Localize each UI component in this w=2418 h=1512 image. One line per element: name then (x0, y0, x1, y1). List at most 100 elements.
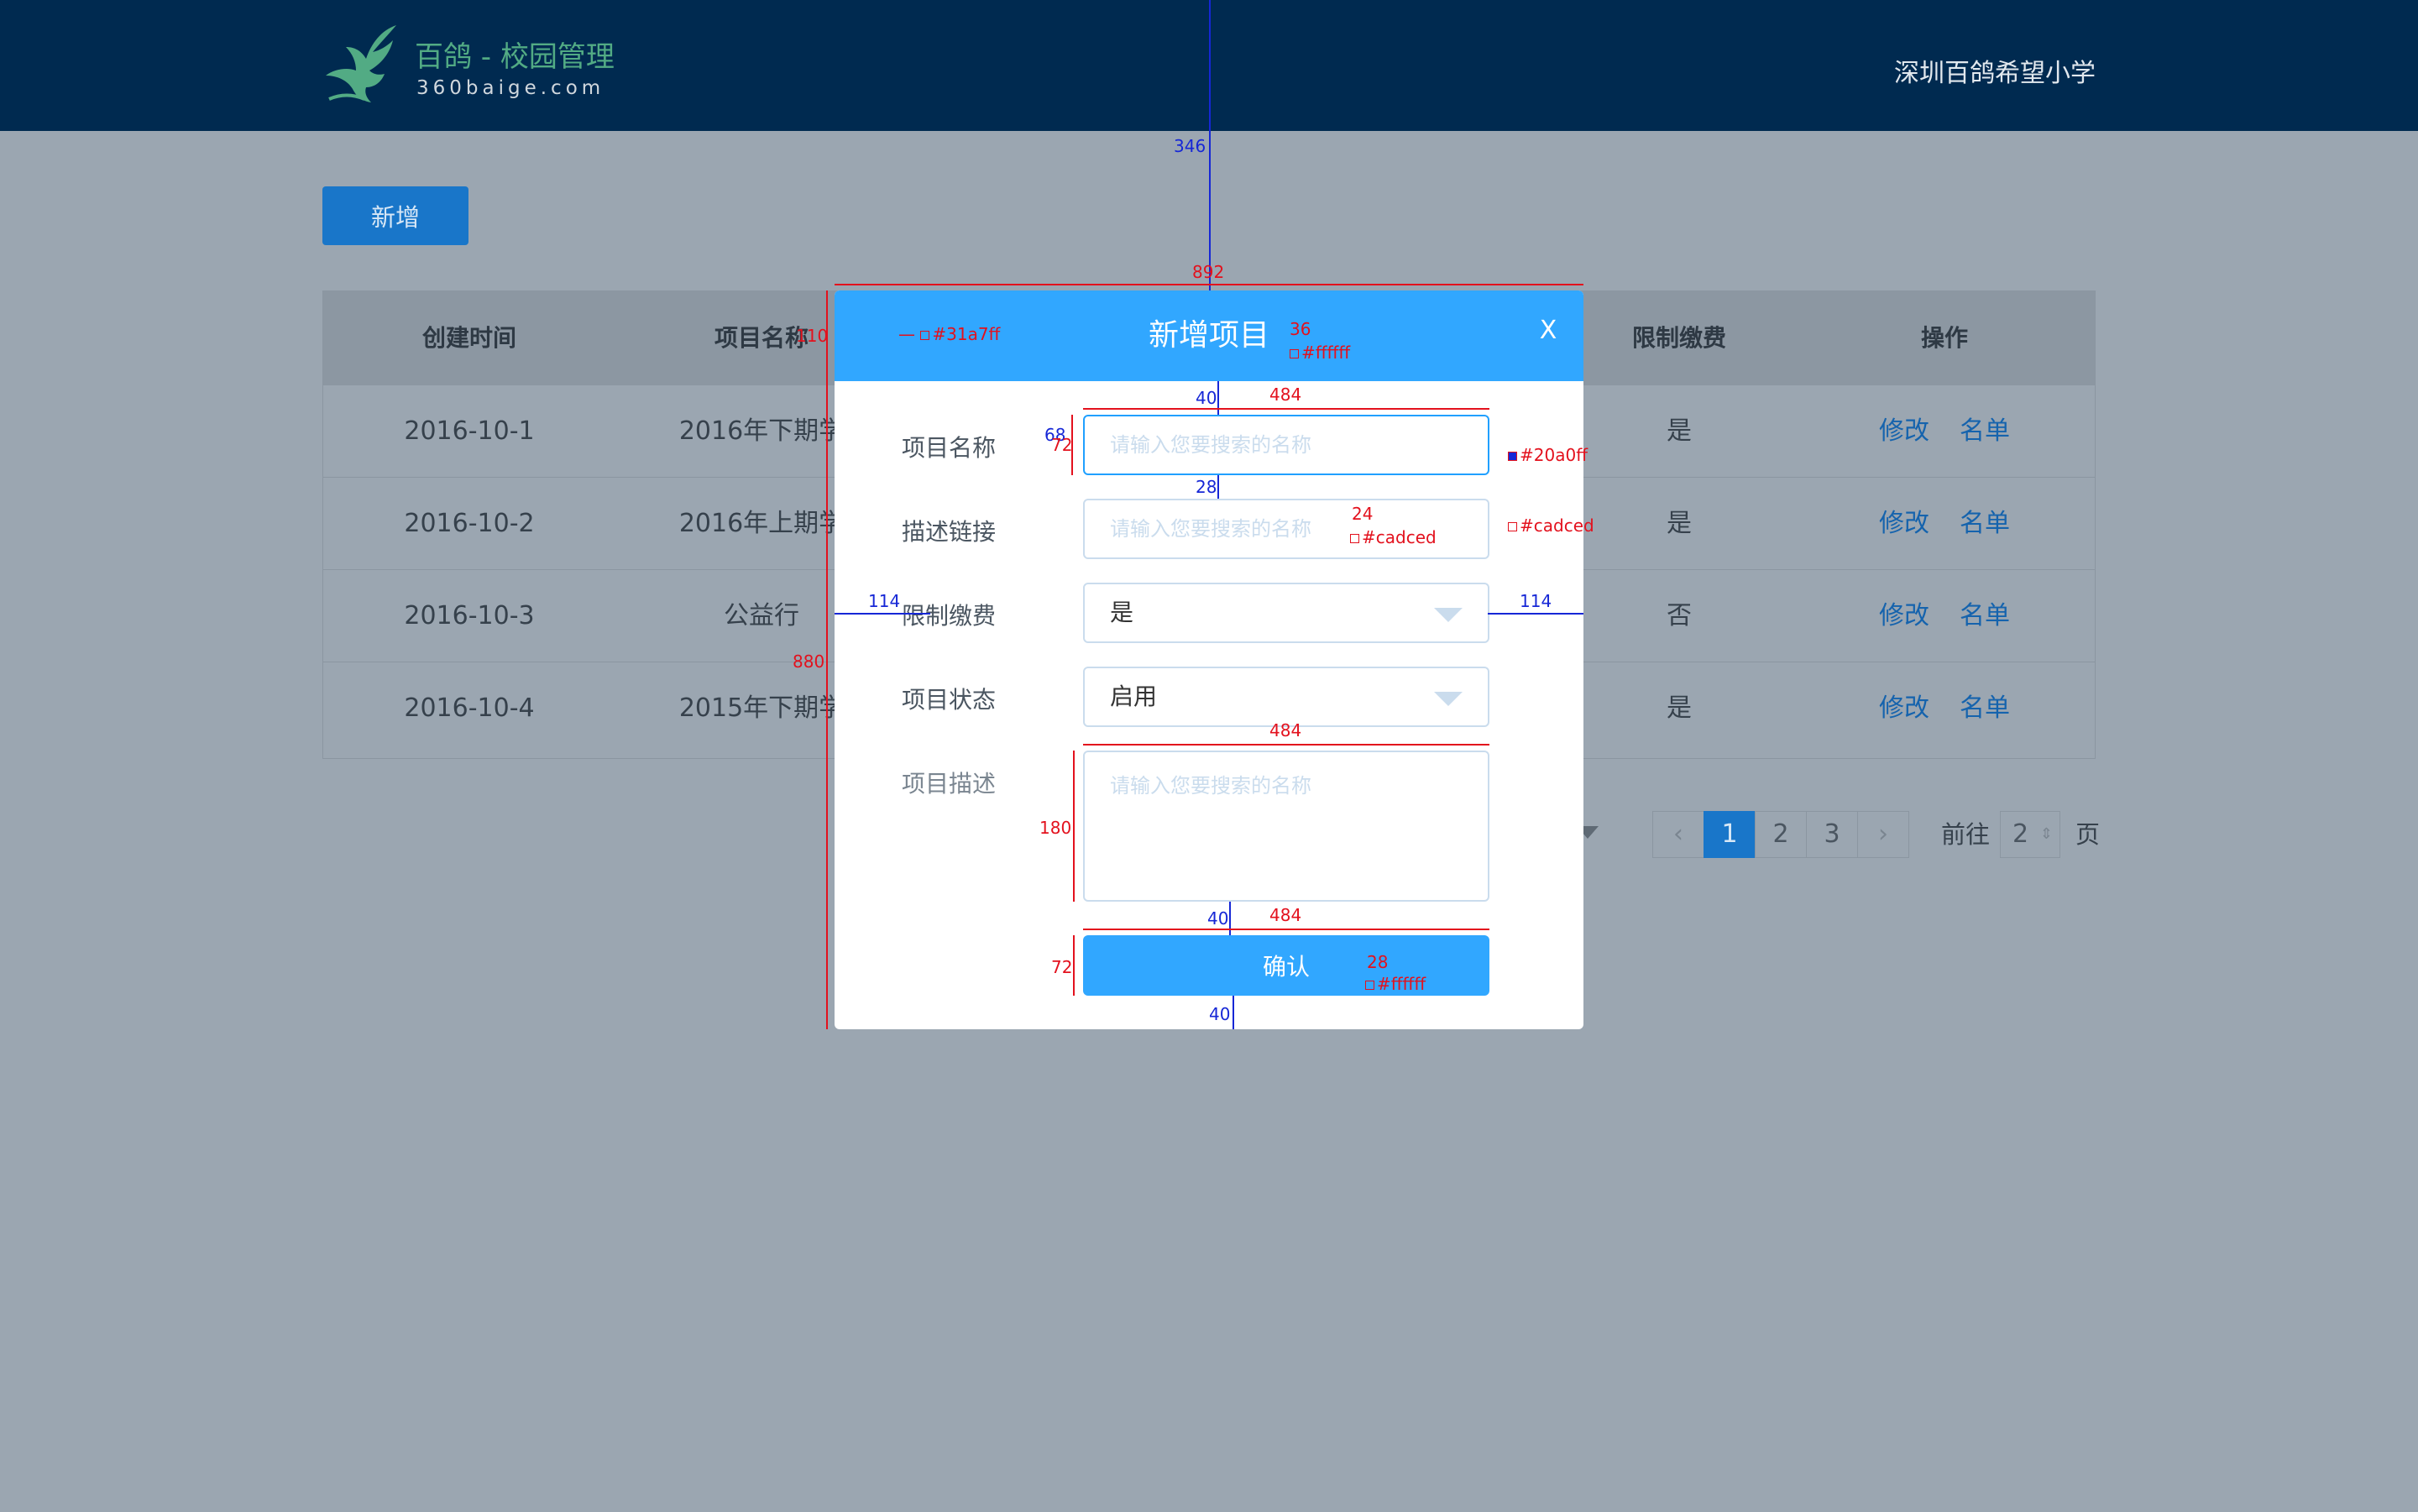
page-button-1[interactable]: 1 (1704, 811, 1756, 858)
dimension-label: 892 (1192, 262, 1225, 282)
dimension-line (1488, 613, 1583, 615)
project-name-input[interactable] (1083, 415, 1489, 475)
col-operations: 操作 (1920, 324, 1968, 352)
cell-limit: 是 (1667, 693, 1692, 723)
limit-payment-label: 限制缴费 (902, 602, 997, 630)
project-status-value: 启用 (1110, 683, 1158, 710)
dimension-line (835, 613, 930, 615)
cell-ops: 修改 名单 (1793, 570, 2096, 662)
dove-logo-icon (326, 25, 396, 102)
spinner-icon[interactable]: ⇕ (2040, 812, 2053, 857)
color-note: #ffffff (1365, 974, 1426, 994)
cell-limit: 是 (1667, 509, 1692, 538)
dimension-label: 180 (1039, 818, 1072, 838)
color-note: #cadced (1508, 515, 1594, 536)
cell-limit: 是 (1667, 416, 1692, 446)
cell-limit: 否 (1667, 601, 1692, 630)
dimension-line (835, 284, 1583, 285)
description-link-label: 描述链接 (902, 518, 997, 546)
dimension-label: 880 (793, 651, 825, 672)
cell-created: 2016-10-1 (404, 416, 535, 446)
project-name-label: 项目名称 (902, 434, 997, 462)
col-limit-payment: 限制缴费 (1631, 324, 1726, 352)
dimension-label: 72 (1051, 435, 1073, 455)
limit-payment-value: 是 (1110, 599, 1134, 626)
logo[interactable]: 百鸽 - 校园管理 360baige.com (322, 22, 625, 109)
page-button-2[interactable]: 2 (1755, 811, 1807, 858)
color-value: #ffffff (1377, 974, 1426, 994)
edit-link[interactable]: 修改 (1879, 509, 1929, 538)
font-size-note: 24 (1352, 504, 1374, 524)
confirm-button[interactable]: 确认 (1083, 935, 1489, 996)
color-note: #cadced (1350, 527, 1437, 547)
cell-ops: 修改 名单 (1793, 478, 2096, 570)
project-status-select[interactable]: 启用 (1083, 667, 1489, 727)
dimension-label: 484 (1269, 385, 1302, 405)
dimension-label: 40 (1209, 1004, 1231, 1024)
dropdown-arrow-icon (1434, 608, 1463, 622)
dimension-label: 114 (1520, 591, 1552, 611)
dimension-line (1073, 935, 1075, 996)
roster-link[interactable]: 名单 (1960, 416, 2010, 446)
color-value: #ffffff (1301, 343, 1351, 363)
cell-created: 2016-10-3 (404, 601, 535, 630)
roster-link[interactable]: 名单 (1960, 693, 2010, 723)
page-suffix-label: 页 (2075, 820, 2101, 849)
dimension-label: 28 (1196, 477, 1217, 497)
goto-page-value: 2 (2012, 819, 2029, 849)
color-value: #cadced (1362, 527, 1437, 547)
dimension-line (1233, 996, 1234, 1029)
project-description-label: 项目描述 (902, 770, 997, 798)
dimension-label: 110 (796, 326, 829, 346)
dimension-line (1217, 381, 1219, 415)
dimension-line (1083, 929, 1489, 930)
dimension-line (1209, 0, 1211, 290)
add-button[interactable]: 新增 (322, 186, 468, 245)
color-note: — #31a7ff (898, 324, 1001, 344)
font-size-note: 28 (1367, 952, 1389, 972)
edit-link[interactable]: 修改 (1879, 416, 1929, 446)
logo-title: 百鸽 - 校园管理 (415, 40, 615, 74)
dimension-line (1073, 751, 1075, 902)
color-note: #20a0ff (1508, 445, 1588, 465)
limit-payment-select[interactable]: 是 (1083, 583, 1489, 643)
color-note: #ffffff (1290, 343, 1350, 363)
cell-created: 2016-10-2 (404, 509, 535, 538)
dimension-label: 114 (868, 591, 901, 611)
color-value: #20a0ff (1520, 445, 1588, 465)
logo-domain: 360baige.com (416, 77, 605, 99)
project-description-textarea[interactable] (1083, 751, 1489, 902)
goto-page-input[interactable]: 2 ⇕ (2000, 811, 2060, 858)
project-status-label: 项目状态 (902, 686, 997, 714)
dimension-line (1083, 408, 1489, 410)
edit-link[interactable]: 修改 (1879, 601, 1929, 630)
dimension-label: 484 (1269, 905, 1302, 925)
color-value: #31a7ff (932, 324, 1001, 344)
next-page-button[interactable]: › (1857, 811, 1909, 858)
cell-ops: 修改 名单 (1793, 662, 2096, 755)
cell-ops: 修改 名单 (1793, 385, 2096, 478)
edit-link[interactable]: 修改 (1879, 693, 1929, 723)
dimension-line (1229, 902, 1231, 935)
dimension-label: 40 (1207, 908, 1229, 929)
goto-label: 前往 (1941, 820, 1991, 849)
dimension-label: 40 (1196, 388, 1217, 408)
dimension-line (1217, 475, 1219, 499)
dimension-label: 72 (1051, 957, 1073, 977)
roster-link[interactable]: 名单 (1960, 509, 2010, 538)
roster-link[interactable]: 名单 (1960, 601, 2010, 630)
dimension-line (1083, 744, 1489, 746)
font-size-note: 36 (1290, 319, 1311, 339)
page-button-3[interactable]: 3 (1806, 811, 1858, 858)
school-name[interactable]: 深圳百鸽希望小学 (1894, 52, 2096, 89)
dimension-label: 346 (1174, 136, 1206, 156)
pagination: ‹ 1 2 3 › (1652, 811, 1909, 858)
dimension-line (826, 290, 828, 1029)
prev-page-button[interactable]: ‹ (1652, 811, 1704, 858)
dropdown-arrow-icon (1434, 692, 1463, 706)
col-created-time: 创建时间 (421, 324, 516, 352)
color-value: #cadced (1520, 515, 1594, 536)
dimension-label: 484 (1269, 720, 1302, 740)
close-icon[interactable]: X (1531, 314, 1565, 348)
cell-created: 2016-10-4 (404, 693, 535, 723)
